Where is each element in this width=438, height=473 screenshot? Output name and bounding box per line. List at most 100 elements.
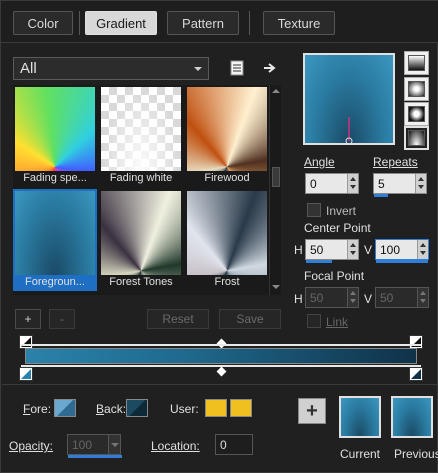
color-stop-icon — [411, 369, 421, 379]
angle-label: Angle — [304, 155, 335, 169]
repeats-value: 5 — [378, 177, 385, 191]
color-stop-start[interactable] — [19, 367, 33, 381]
opacity-stop-start[interactable] — [19, 335, 33, 349]
center-v-value: 100 — [380, 243, 401, 257]
library-scrollbar[interactable] — [269, 85, 281, 295]
spin-arrows[interactable] — [347, 288, 358, 307]
rectangular-gradient-style-button[interactable] — [404, 77, 429, 101]
spin-up-icon — [350, 243, 356, 247]
gradient-editor-bar[interactable] — [25, 348, 417, 364]
location-input[interactable]: 0 — [215, 434, 253, 455]
invert-checkbox[interactable] — [307, 203, 321, 217]
opacity-label: Opacity: — [9, 439, 54, 453]
center-v-spinner[interactable]: 100 — [375, 239, 429, 263]
location-label: Location: — [151, 439, 200, 453]
scroll-down-icon — [272, 285, 280, 289]
center-h-value: 50 — [310, 243, 324, 257]
tab-divider — [79, 11, 80, 35]
focal-v-spinner[interactable]: 50 — [375, 287, 429, 308]
opacity-stop-end[interactable] — [409, 335, 423, 349]
opacity-stop-icon — [411, 337, 421, 347]
angle-spinner[interactable]: 0 — [305, 173, 359, 194]
location-value: 0 — [220, 438, 227, 452]
library-item-fading-spectrum[interactable]: Fading spe... — [13, 85, 97, 187]
linear-gradient-style-button[interactable] — [404, 51, 429, 75]
current-swatch[interactable] — [339, 396, 381, 438]
focal-h-label: H — [294, 292, 303, 306]
gradient-thumbnail — [15, 87, 95, 171]
color-stop-icon — [21, 369, 31, 379]
fore-label: Fore: — [23, 402, 52, 416]
linear-style-icon — [408, 55, 425, 71]
scroll-up-icon — [272, 89, 280, 93]
link-checkbox[interactable] — [307, 314, 321, 328]
library-filter-dropdown[interactable]: All — [13, 57, 209, 80]
tab-bar: Color Gradient Pattern Texture — [1, 1, 438, 43]
previous-label: Previous — [394, 447, 438, 461]
add-gradient-button[interactable]: + — [15, 309, 41, 329]
chevron-down-icon[interactable] — [108, 435, 120, 454]
library-item-label: Fading spe... — [23, 172, 87, 184]
gradient-preview[interactable] — [303, 53, 395, 145]
center-h-level-bar — [306, 260, 332, 263]
center-h-label: H — [294, 243, 303, 257]
focal-point-label: Focal Point — [304, 269, 365, 283]
fore-color-swatch[interactable] — [54, 399, 76, 417]
center-v-label: V — [364, 243, 373, 257]
spin-down-icon — [350, 185, 356, 189]
library-item-frost[interactable]: Frost — [185, 189, 269, 291]
library-item-label: Foregroun... — [25, 276, 85, 288]
focal-h-spinner[interactable]: 50 — [305, 287, 359, 308]
center-point-label: Center Point — [304, 221, 371, 235]
spin-arrows[interactable] — [347, 240, 358, 259]
library-item-fading-white[interactable]: Fading white — [99, 85, 183, 187]
spin-arrows[interactable] — [417, 288, 428, 307]
spin-arrows[interactable] — [347, 174, 358, 193]
spin-arrows[interactable] — [415, 174, 426, 193]
previous-swatch[interactable] — [391, 396, 433, 438]
user-color-swatch[interactable] — [205, 399, 227, 417]
spin-up-icon — [350, 291, 356, 295]
library-item-forest-tones[interactable]: Forest Tones — [99, 189, 183, 291]
gradient-thumbnail — [187, 191, 267, 275]
center-h-spinner[interactable]: 50 — [305, 239, 359, 263]
library-forward-button[interactable] — [259, 57, 281, 79]
save-button[interactable]: Save — [219, 309, 281, 329]
sunburst-gradient-style-button[interactable] — [404, 102, 429, 126]
radial-style-icon — [408, 130, 425, 146]
plus-icon: + — [306, 399, 318, 422]
library-item-label: Frost — [214, 276, 240, 288]
color-stop-end[interactable] — [409, 367, 423, 381]
tab-color[interactable]: Color — [13, 11, 73, 35]
tab-texture[interactable]: Texture — [263, 11, 335, 35]
library-item-firewood[interactable]: Firewood — [185, 85, 269, 187]
sunburst-style-icon — [408, 106, 425, 122]
gradient-library-grid: Fading spe... Fading white Firewood Fore… — [13, 85, 269, 295]
add-to-swatches-button[interactable]: + — [298, 398, 326, 424]
remove-gradient-button[interactable]: - — [49, 309, 75, 329]
spin-arrows[interactable] — [417, 240, 428, 259]
opacity-dropdown[interactable]: 100 — [67, 434, 122, 458]
color-midpoint-marker[interactable] — [216, 366, 227, 377]
section-divider — [2, 384, 438, 385]
reset-button[interactable]: Reset — [147, 309, 209, 329]
scrollbar-thumb[interactable] — [272, 167, 280, 187]
tab-divider — [249, 11, 250, 35]
user-color-picker[interactable] — [230, 399, 252, 417]
tab-gradient[interactable]: Gradient — [85, 11, 157, 35]
opacity-level-bar — [68, 455, 122, 458]
tab-pattern[interactable]: Pattern — [167, 11, 239, 35]
spin-down-icon — [350, 251, 356, 255]
library-menu-button[interactable] — [226, 57, 248, 79]
arrow-right-icon — [264, 63, 276, 73]
library-filter-value: All — [20, 60, 37, 77]
spin-down-icon — [350, 299, 356, 303]
material-properties-dialog: Color Gradient Pattern Texture All Fadin… — [0, 0, 438, 473]
gradient-thumbnail — [101, 191, 181, 275]
back-color-swatch[interactable] — [126, 399, 148, 417]
repeats-label: Repeats — [373, 155, 418, 169]
library-item-foreground[interactable]: Foregroun... — [13, 189, 97, 291]
repeats-spinner[interactable]: 5 — [373, 173, 427, 197]
focal-v-label: V — [364, 292, 373, 306]
radial-gradient-style-button[interactable] — [404, 126, 429, 150]
